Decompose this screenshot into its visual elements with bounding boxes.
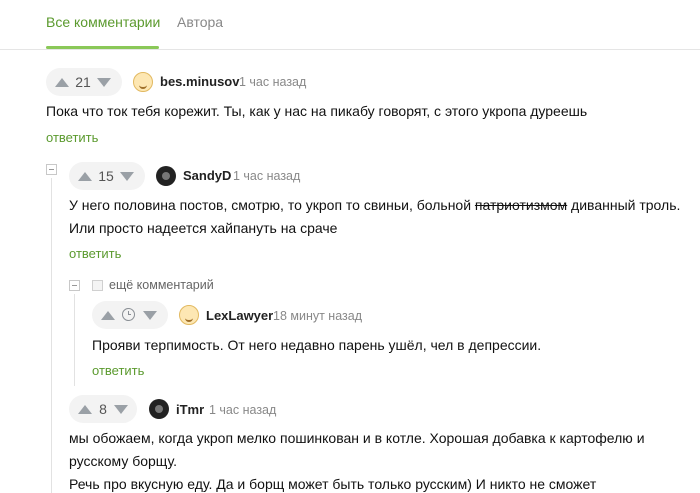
- downvote-icon[interactable]: [114, 404, 128, 414]
- comment-text-line: мы обожаем, когда укроп мелко пошинкован…: [69, 430, 645, 446]
- comment-time[interactable]: 1 час назад: [233, 169, 300, 183]
- reply-button[interactable]: ответить: [92, 363, 144, 378]
- comment-text: У него половина постов, смотрю, то укроп…: [69, 194, 689, 240]
- upvote-icon[interactable]: [78, 404, 92, 414]
- comment-author[interactable]: LexLawyer: [206, 308, 273, 323]
- upvote-icon[interactable]: [101, 310, 115, 320]
- tab-all-comments[interactable]: Все комментарии: [46, 14, 160, 30]
- thread-line[interactable]: [74, 294, 75, 386]
- vote-control: 8: [69, 395, 137, 423]
- upvote-icon[interactable]: [78, 171, 92, 181]
- comment-text-part: Или просто надеется хайпануть на сраче: [69, 220, 338, 236]
- comment-text: Прояви терпимость. От него недавно парен…: [92, 337, 542, 353]
- comment-text-line: русскому борщу.: [69, 453, 177, 469]
- more-comments-link[interactable]: ещё комментарий: [109, 278, 214, 292]
- collapse-thread-toggle[interactable]: [69, 280, 80, 291]
- comment-text-part: У него половина постов, смотрю, то укроп…: [69, 197, 475, 213]
- avatar[interactable]: [179, 305, 199, 325]
- vote-control: 21: [46, 68, 122, 96]
- comment-time[interactable]: 1 час назад: [209, 403, 276, 417]
- comment-time[interactable]: 1 час назад: [239, 75, 306, 89]
- clock-icon: [122, 308, 135, 321]
- reply-button[interactable]: ответить: [69, 246, 121, 261]
- tab-author[interactable]: Автора: [177, 14, 223, 30]
- downvote-icon[interactable]: [97, 77, 111, 87]
- avatar[interactable]: [156, 166, 176, 186]
- comment-author[interactable]: bes.minusov: [160, 74, 239, 89]
- strikethrough-text: патриотизмом: [474, 197, 568, 213]
- vote-score: 21: [75, 74, 91, 90]
- comment-text-line: Речь про вкусную еду. Да и борщ может бы…: [69, 476, 597, 492]
- downvote-icon[interactable]: [143, 310, 157, 320]
- downvote-icon[interactable]: [120, 171, 134, 181]
- comment-tabs: Все комментарии Автора: [0, 0, 700, 50]
- avatar[interactable]: [149, 399, 169, 419]
- more-comments-icon: [92, 280, 103, 291]
- upvote-icon[interactable]: [55, 77, 69, 87]
- comment-time[interactable]: 18 минут назад: [273, 309, 362, 323]
- vote-control: [92, 301, 168, 329]
- vote-score: 8: [99, 401, 107, 417]
- collapse-thread-toggle[interactable]: [46, 164, 57, 175]
- vote-score: 15: [98, 168, 114, 184]
- reply-button[interactable]: ответить: [46, 130, 98, 145]
- score-hidden: [115, 308, 143, 322]
- comment-text: мы обожаем, когда укроп мелко пошинкован…: [69, 427, 694, 493]
- active-tab-indicator: [46, 46, 159, 49]
- avatar[interactable]: [133, 72, 153, 92]
- comment-author[interactable]: SandyD: [183, 168, 231, 183]
- comment-text-part: диванный троль.: [567, 197, 681, 213]
- vote-control: 15: [69, 162, 145, 190]
- thread-line[interactable]: [51, 178, 52, 493]
- comment-author[interactable]: iTmr: [176, 402, 204, 417]
- comment-text: Пока что ток тебя корежит. Ты, как у нас…: [46, 103, 588, 119]
